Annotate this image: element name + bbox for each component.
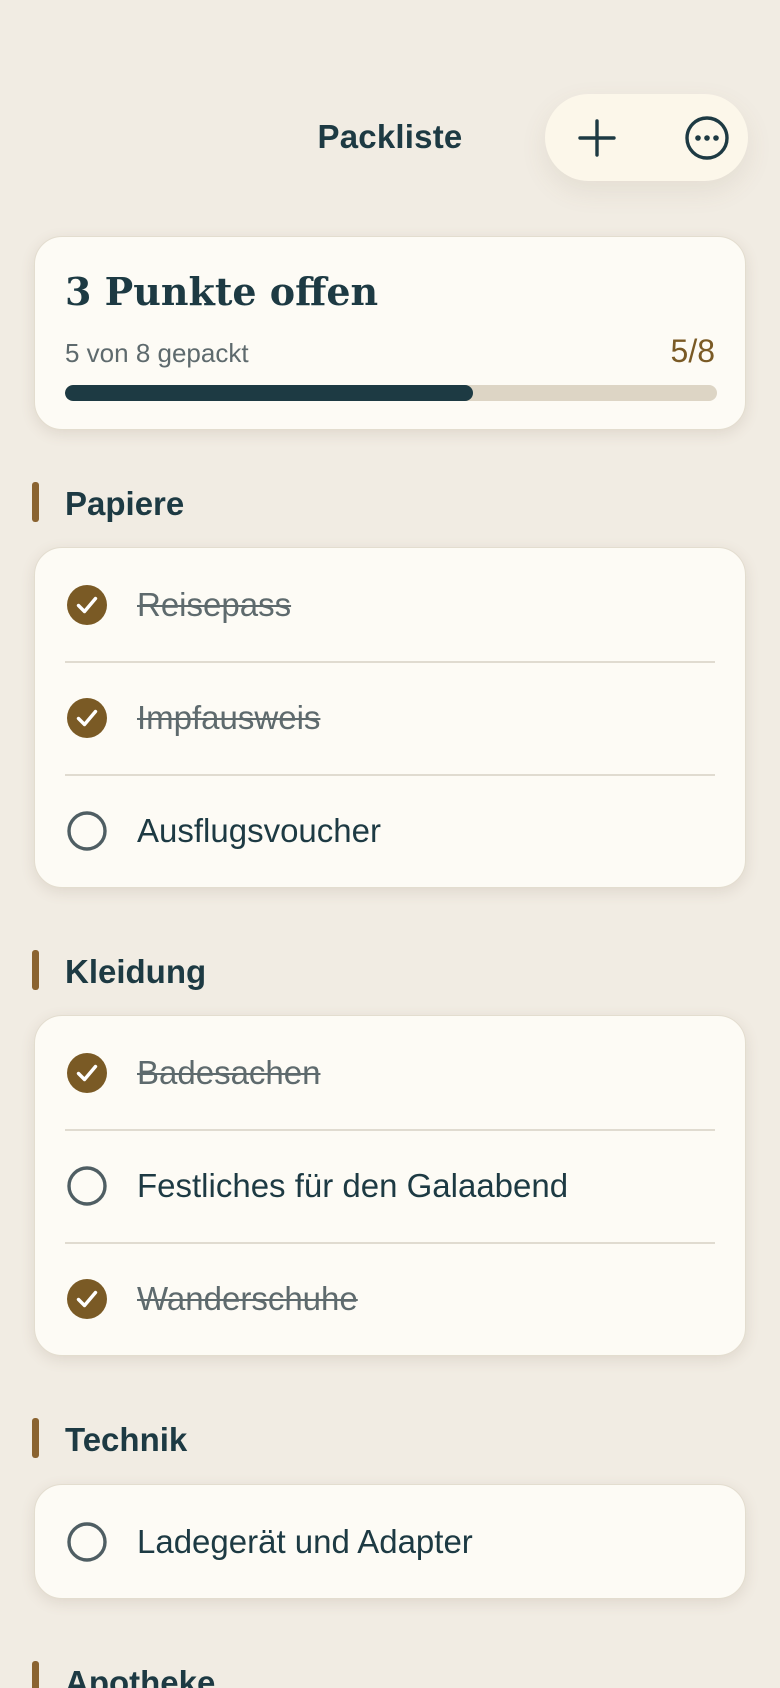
section-title: Kleidung bbox=[65, 953, 207, 990]
item-label: Reisepass bbox=[137, 585, 292, 623]
item-label: Impfausweis bbox=[137, 698, 321, 736]
checkbox[interactable] bbox=[67, 810, 107, 851]
section-accent-bar bbox=[32, 950, 39, 990]
item-label: Festliches für den Galaabend bbox=[137, 1166, 569, 1204]
checkbox[interactable] bbox=[67, 584, 107, 625]
section-title: Technik bbox=[65, 1421, 188, 1458]
item-label: Wanderschuhe bbox=[137, 1279, 358, 1317]
checkmark-circle-icon bbox=[67, 1052, 107, 1093]
section-title: Apotheke bbox=[65, 1664, 216, 1688]
checkbox[interactable] bbox=[67, 1165, 107, 1206]
section-card-technik: Ladegerät und Adapter bbox=[34, 1484, 746, 1599]
list-item[interactable]: Festliches für den Galaabend bbox=[35, 1129, 745, 1242]
checkbox[interactable] bbox=[67, 1278, 107, 1319]
section-card-kleidung: Badesachen Festliches für den Galaabend … bbox=[34, 1015, 746, 1356]
section-accent-bar bbox=[32, 482, 39, 522]
section-card-papiere: Reisepass Impfausweis Ausflugsvoucher bbox=[34, 547, 746, 888]
empty-circle-icon bbox=[67, 1165, 107, 1206]
list-item[interactable]: Badesachen bbox=[35, 1016, 745, 1129]
checkmark-circle-icon bbox=[67, 1278, 107, 1319]
checkbox[interactable] bbox=[67, 1521, 107, 1562]
checkmark-circle-icon bbox=[67, 697, 107, 738]
section-accent-bar bbox=[32, 1418, 39, 1458]
checkbox[interactable] bbox=[67, 1052, 107, 1093]
plus-icon bbox=[578, 118, 616, 157]
list-item[interactable]: Ausflugsvoucher bbox=[35, 774, 745, 887]
list-item[interactable]: Wanderschuhe bbox=[35, 1242, 745, 1355]
progress-bar bbox=[65, 385, 717, 401]
checkmark-circle-icon bbox=[67, 584, 107, 625]
open-items-heading: 3 Punkte offen bbox=[65, 269, 379, 314]
add-item-button[interactable] bbox=[553, 94, 641, 181]
list-item[interactable]: Reisepass bbox=[35, 548, 745, 661]
header-actions bbox=[545, 94, 748, 181]
item-label: Ausflugsvoucher bbox=[137, 811, 381, 849]
packed-count-text: 5 von 8 gepackt bbox=[65, 338, 249, 368]
packed-ratio: 5/8 bbox=[670, 333, 715, 369]
item-label: Ladegerät und Adapter bbox=[137, 1522, 473, 1560]
section-accent-bar bbox=[32, 1661, 39, 1688]
item-label: Badesachen bbox=[137, 1053, 321, 1091]
empty-circle-icon bbox=[67, 810, 107, 851]
section-title: Papiere bbox=[65, 485, 185, 522]
checkbox[interactable] bbox=[67, 697, 107, 738]
progress-summary-card: 3 Punkte offen 5 von 8 gepackt 5/8 bbox=[34, 236, 746, 430]
empty-circle-icon bbox=[67, 1521, 107, 1562]
list-item[interactable]: Ladegerät und Adapter bbox=[35, 1485, 745, 1598]
more-options-button[interactable] bbox=[663, 94, 751, 181]
ellipsis-circle-icon bbox=[685, 115, 729, 160]
header: Packliste bbox=[0, 0, 780, 200]
list-item[interactable]: Impfausweis bbox=[35, 661, 745, 774]
packing-list-screen: Packliste 3 Punkte offen 5 von 8 gepackt… bbox=[0, 0, 780, 1688]
progress-bar-fill bbox=[65, 385, 473, 401]
